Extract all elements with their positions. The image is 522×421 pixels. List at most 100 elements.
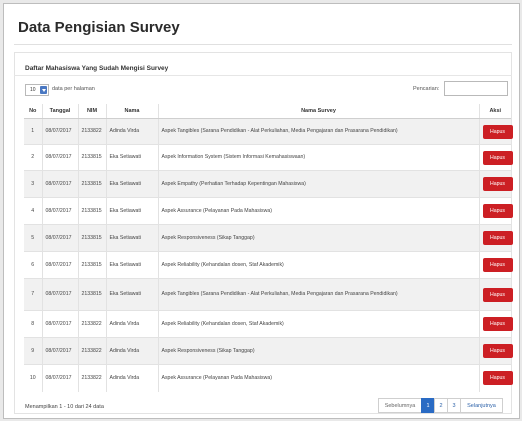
chevron-down-icon[interactable]: [40, 86, 47, 94]
cell-no: 6: [24, 251, 42, 279]
table-header-row: No Tanggal NIM Nama Nama Survey Aksi: [24, 104, 511, 119]
next-page-button[interactable]: Selanjutnya: [460, 398, 503, 413]
column-header-aksi: Aksi: [478, 104, 511, 119]
cell-nama: Eka Setiawati: [105, 251, 158, 279]
cell-survey: Aspek Information System (Sistem Informa…: [157, 144, 479, 171]
cell-tanggal: 08/07/2017: [41, 224, 78, 252]
cell-nama: Eka Setiawati: [105, 144, 158, 171]
column-header-no[interactable]: No: [24, 104, 42, 119]
delete-button[interactable]: Hapus: [482, 150, 513, 165]
cell-tanggal: 08/07/2017: [41, 144, 78, 171]
cell-nim: 2133822: [77, 310, 106, 338]
cell-aksi: Hapus: [478, 337, 513, 365]
cell-aksi: Hapus: [478, 224, 513, 252]
cell-no: 7: [24, 278, 42, 311]
delete-button[interactable]: Hapus: [482, 204, 513, 218]
cell-nama: Eka Setiawati: [105, 170, 158, 198]
cell-aksi: Hapus: [478, 310, 513, 338]
cell-tanggal: 08/07/2017: [41, 197, 78, 225]
cell-survey: Aspek Responsiveness (Sikap Tanggap): [157, 224, 479, 252]
page-button-3[interactable]: 3: [447, 398, 461, 413]
column-header-nama-survey[interactable]: Nama Survey: [157, 104, 479, 119]
cell-aksi: Hapus: [478, 170, 513, 198]
delete-button[interactable]: Hapus: [482, 317, 513, 331]
cell-no: 4: [24, 197, 42, 225]
cell-survey: Aspek Assurance (Pelayanan Pada Mahasisw…: [157, 364, 479, 392]
cell-no: 3: [24, 170, 42, 198]
cell-nim: 2133815: [77, 278, 106, 311]
delete-button[interactable]: Hapus: [482, 258, 513, 272]
cell-nim: 2133815: [77, 224, 106, 252]
survey-table: No Tanggal NIM Nama Nama Survey Aksi 1 0…: [24, 104, 513, 392]
table-row: 4 08/07/2017 2133815 Eka Setiawati Aspek…: [24, 197, 513, 225]
cell-no: 9: [24, 337, 42, 365]
column-header-nim[interactable]: NIM: [77, 104, 106, 119]
cell-nim: 2133815: [77, 251, 106, 279]
cell-nama: Adinda Virda: [105, 310, 158, 338]
page-length-label: data per halaman: [52, 86, 95, 92]
cell-tanggal: 08/07/2017: [41, 364, 78, 392]
page-length-value: 10: [30, 87, 36, 93]
cell-aksi: Hapus: [478, 118, 513, 145]
column-header-nama[interactable]: Nama: [105, 104, 158, 119]
cell-nim: 2133815: [77, 197, 106, 225]
table-info: Menampilkan 1 - 10 dari 24 data: [25, 404, 104, 410]
cell-nim: 2133822: [77, 364, 106, 392]
cell-nama: Eka Setiawati: [105, 197, 158, 225]
cell-tanggal: 08/07/2017: [41, 118, 78, 145]
cell-survey: Aspek Reliability (Kehandalan dosen, Sta…: [157, 251, 479, 279]
cell-survey: Aspek Reliability (Kehandalan dosen, Sta…: [157, 310, 479, 338]
page-button-1[interactable]: 1: [421, 398, 435, 413]
cell-aksi: Hapus: [478, 197, 513, 225]
cell-tanggal: 08/07/2017: [41, 310, 78, 338]
delete-button[interactable]: Hapus: [482, 371, 513, 386]
panel-divider: [14, 75, 512, 76]
cell-survey: Aspek Tangibles (Sarana Pendidikan - Ala…: [157, 118, 479, 145]
table-row: 8 08/07/2017 2133822 Adinda Virda Aspek …: [24, 310, 513, 338]
delete-button[interactable]: Hapus: [482, 177, 513, 191]
cell-aksi: Hapus: [478, 364, 513, 392]
delete-button[interactable]: Hapus: [482, 124, 513, 139]
cell-nama: Eka Setiawati: [105, 224, 158, 252]
delete-button[interactable]: Hapus: [482, 287, 513, 302]
pagination: Sebelumnya 1 2 3 Selanjutnya: [378, 398, 503, 413]
cell-aksi: Hapus: [478, 251, 513, 279]
cell-survey: Aspek Tangibles (Sarana Pendidikan - Ala…: [157, 278, 479, 311]
table-row: 10 08/07/2017 2133822 Adinda Virda Aspek…: [24, 364, 513, 392]
cell-nim: 2133822: [77, 337, 106, 365]
cell-nim: 2133815: [77, 144, 106, 171]
cell-no: 5: [24, 224, 42, 252]
page-length-select[interactable]: 10: [25, 84, 49, 96]
cell-nama: Eka Setiawati: [105, 278, 158, 311]
cell-no: 10: [24, 364, 42, 392]
cell-no: 2: [24, 144, 42, 171]
cell-survey: Aspek Responsiveness (Sikap Tanggap): [157, 337, 479, 365]
table-row: 1 08/07/2017 2133822 Adinda Virda Aspek …: [24, 118, 513, 145]
table-row: 2 08/07/2017 2133815 Eka Setiawati Aspek…: [24, 144, 513, 171]
cell-aksi: Hapus: [478, 278, 513, 311]
page-title: Data Pengisian Survey: [18, 19, 180, 36]
page-button-2[interactable]: 2: [434, 398, 448, 413]
cell-tanggal: 08/07/2017: [41, 278, 78, 311]
previous-page-button[interactable]: Sebelumnya: [378, 398, 422, 413]
search-input[interactable]: [444, 81, 508, 96]
cell-nim: 2133815: [77, 170, 106, 198]
cell-tanggal: 08/07/2017: [41, 337, 78, 365]
cell-no: 1: [24, 118, 42, 145]
delete-button[interactable]: Hapus: [482, 344, 513, 358]
search-label: Pencarian:: [413, 86, 440, 92]
cell-survey: Aspek Assurance (Pelayanan Pada Mahasisw…: [157, 197, 479, 225]
cell-tanggal: 08/07/2017: [41, 251, 78, 279]
table-row: 9 08/07/2017 2133822 Adinda Virda Aspek …: [24, 337, 513, 365]
table-row: 7 08/07/2017 2133815 Eka Setiawati Aspek…: [24, 278, 513, 311]
cell-nama: Adinda Virda: [105, 337, 158, 365]
column-header-tanggal[interactable]: Tanggal: [41, 104, 78, 119]
table-row: 3 08/07/2017 2133815 Eka Setiawati Aspek…: [24, 170, 513, 198]
delete-button[interactable]: Hapus: [482, 231, 513, 245]
panel-heading: Daftar Mahasiswa Yang Sudah Mengisi Surv…: [25, 65, 169, 72]
title-divider: [14, 44, 512, 45]
cell-survey: Aspek Empathy (Perhatian Terhadap Kepent…: [157, 170, 479, 198]
cell-nama: Adinda Virda: [105, 364, 158, 392]
table-row: 6 08/07/2017 2133815 Eka Setiawati Aspek…: [24, 251, 513, 279]
cell-nama: Adinda Virda: [105, 118, 158, 145]
